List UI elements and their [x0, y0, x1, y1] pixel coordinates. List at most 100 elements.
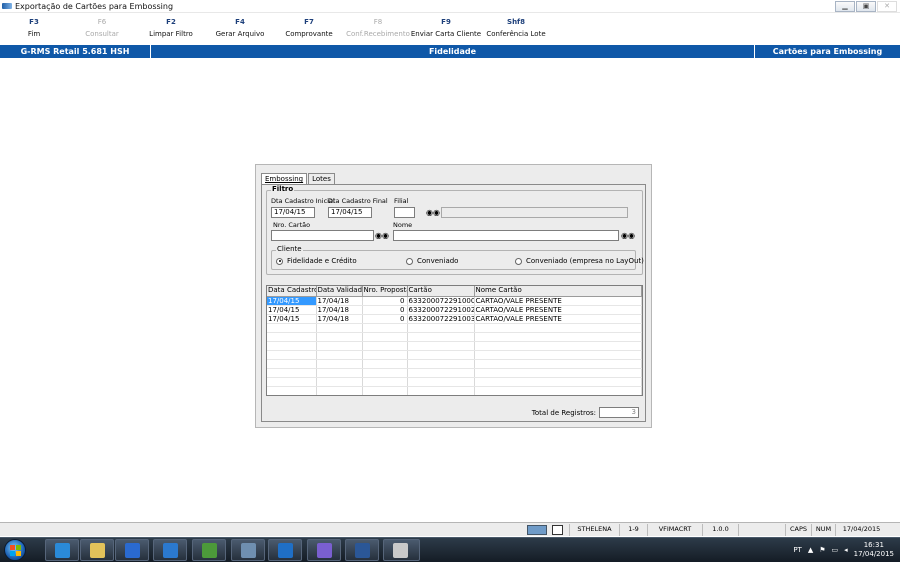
filter-group-title: Filtro: [271, 185, 295, 194]
app-icon: [393, 543, 408, 558]
column-header[interactable]: Nome Cartão: [474, 286, 642, 297]
module-header-bar: G-RMS Retail 5.681 HSH Fidelidade Cartõe…: [0, 45, 900, 58]
network-icon[interactable]: ▭: [832, 546, 839, 554]
nome-input[interactable]: [393, 230, 619, 241]
app-icon: [2, 3, 12, 9]
filial-search-binoculars-icon[interactable]: ◉◉: [426, 207, 440, 218]
fkey-label: F9: [441, 18, 451, 26]
dt-final-input[interactable]: 17/04/15: [328, 207, 372, 218]
column-header[interactable]: Data Cadastro: [267, 286, 317, 297]
maximize-button[interactable]: ▣: [856, 1, 876, 12]
table-row[interactable]: 17/04/15 17/04/18 0 6332000722910003 CARTÃO/…: [267, 296, 642, 306]
minimize-button[interactable]: ▁: [835, 1, 855, 12]
radio-conveniado-layout[interactable]: Conveniado (empresa no LayOut): [515, 257, 644, 265]
taskbar-outlook-button[interactable]: [268, 539, 302, 561]
fkey-conf-recebimento-button[interactable]: F8 Conf.Recebimento: [346, 16, 410, 40]
app-icon: [241, 543, 256, 558]
table-cell[interactable]: CARTÃO/VALE PRESENTE: [474, 314, 642, 324]
fkey-conferencia-lote-button[interactable]: Shf8 Conferência Lote: [486, 16, 545, 40]
tab-lotes[interactable]: Lotes: [308, 173, 335, 184]
app-icon: [317, 543, 332, 558]
empty-row: [267, 359, 642, 369]
language-indicator[interactable]: PT: [793, 546, 802, 554]
fkey-consultar-button[interactable]: F6 Consultar: [85, 16, 119, 40]
status-version: 1.0.0: [702, 524, 738, 536]
function-key-toolbar: F3 Fim F6 Consultar F2 Limpar Filtro F4 Gera…: [0, 16, 560, 41]
fkey-action: Fim: [27, 30, 41, 38]
radio-conveniado[interactable]: Conveniado: [406, 257, 458, 265]
taskbar-ie-button[interactable]: [45, 539, 79, 561]
dt-inicial-input[interactable]: 17/04/15: [271, 207, 315, 218]
table-cell[interactable]: 17/04/18: [316, 305, 363, 315]
taskbar-app3-button[interactable]: [231, 539, 265, 561]
column-header[interactable]: Nro. Proposta: [362, 286, 408, 297]
table-cell[interactable]: 17/04/15: [267, 296, 317, 306]
window-titlebar: Exportação de Cartões para Embossing ▁ ▣…: [0, 0, 900, 13]
status-empty: [738, 524, 785, 536]
fkey-action: Gerar Arquivo: [215, 30, 265, 38]
empty-row: [267, 341, 642, 351]
cards-grid[interactable]: Data Cadastro Data Validade Nro. Propost…: [266, 285, 643, 396]
table-row[interactable]: 17/04/15 17/04/18 0 6332000722910029 CARTÃO/…: [267, 305, 642, 315]
table-cell[interactable]: 17/04/18: [316, 296, 363, 306]
status-range: 1-9: [619, 524, 647, 536]
fkey-action: Conferência Lote: [486, 30, 546, 38]
radio-label: Conveniado (empresa no LayOut): [526, 257, 644, 265]
radio-fidelidade-credito[interactable]: Fidelidade e Crédito: [276, 257, 357, 265]
volume-icon[interactable]: ◂: [844, 546, 848, 554]
action-center-flag-icon[interactable]: ⚑: [819, 546, 825, 554]
table-cell[interactable]: 17/04/15: [267, 314, 317, 324]
cliente-group: Cliente Fidelidade e Crédito Conveniado …: [271, 245, 644, 270]
status-program: VFIMACRT: [647, 524, 702, 536]
close-button[interactable]: ✕: [877, 1, 897, 12]
table-cell[interactable]: 17/04/18: [316, 314, 363, 324]
status-caps: CAPS: [785, 524, 811, 536]
cliente-group-title: Cliente: [276, 245, 303, 254]
taskbar-app2-button[interactable]: [192, 539, 226, 561]
nome-search-binoculars-icon[interactable]: ◉◉: [621, 230, 635, 241]
table-cell[interactable]: CARTÃO/VALE PRESENTE: [474, 296, 642, 306]
app-version-label: G-RMS Retail 5.681 HSH: [0, 45, 151, 58]
nro-cartao-input[interactable]: [271, 230, 374, 241]
fkey-fim-button[interactable]: F3 Fim: [28, 16, 40, 40]
taskbar-clock[interactable]: 16:31 17/04/2015: [854, 541, 894, 559]
start-button[interactable]: [4, 539, 26, 561]
taskbar-media-button[interactable]: [115, 539, 149, 561]
table-cell[interactable]: 0: [362, 296, 408, 306]
filter-group: Filtro Dta Cadastro Inicial 17/04/15 Dta…: [266, 185, 644, 275]
column-header[interactable]: Data Validade: [316, 286, 363, 297]
total-records: Total de Registros: 3: [532, 407, 639, 418]
fkey-action: Limpar Filtro: [149, 30, 193, 38]
table-cell[interactable]: 17/04/15: [267, 305, 317, 315]
table-row[interactable]: 17/04/15 17/04/18 0 6332000722910037 CARTÃO/…: [267, 314, 642, 324]
table-cell[interactable]: 6332000722910037: [407, 314, 475, 324]
status-user: STHELENA: [569, 524, 619, 536]
fkey-enviar-carta-button[interactable]: F9 Enviar Carta Cliente: [411, 16, 481, 40]
cartao-search-binoculars-icon[interactable]: ◉◉: [375, 230, 389, 241]
filial-description-field: [441, 207, 628, 218]
taskbar-app4-button[interactable]: [307, 539, 341, 561]
taskbar-word-button[interactable]: [345, 539, 379, 561]
fkey-gerar-arquivo-button[interactable]: F4 Gerar Arquivo: [216, 16, 265, 40]
fkey-action: Consultar: [85, 30, 119, 38]
window-title: Exportação de Cartões para Embossing: [15, 1, 174, 11]
table-cell[interactable]: 6332000722910029: [407, 305, 475, 315]
fkey-limpar-filtro-button[interactable]: F2 Limpar Filtro: [149, 16, 193, 40]
windows-taskbar: PT ▲ ⚑ ▭ ◂ 16:31 17/04/2015: [0, 537, 900, 562]
table-cell[interactable]: 0: [362, 305, 408, 315]
empty-row: [267, 386, 642, 395]
embossing-tab-panel: Filtro Dta Cadastro Inicial 17/04/15 Dta…: [261, 184, 646, 422]
table-cell[interactable]: 6332000722910003: [407, 296, 475, 306]
taskbar-explorer-button[interactable]: [80, 539, 114, 561]
taskbar-grms-button[interactable]: [383, 539, 420, 561]
fkey-comprovante-button[interactable]: F7 Comprovante: [285, 16, 332, 40]
show-hidden-icons-icon[interactable]: ▲: [808, 546, 813, 554]
column-header[interactable]: Cartão: [407, 286, 475, 297]
app-icon: [202, 543, 217, 558]
table-cell[interactable]: 0: [362, 314, 408, 324]
fkey-label: F6: [97, 18, 107, 26]
filial-input[interactable]: [394, 207, 415, 218]
table-cell[interactable]: CARTÃO/VALE PRESENTE: [474, 305, 642, 315]
taskbar-app-button[interactable]: [153, 539, 187, 561]
total-records-label: Total de Registros:: [531, 408, 596, 417]
